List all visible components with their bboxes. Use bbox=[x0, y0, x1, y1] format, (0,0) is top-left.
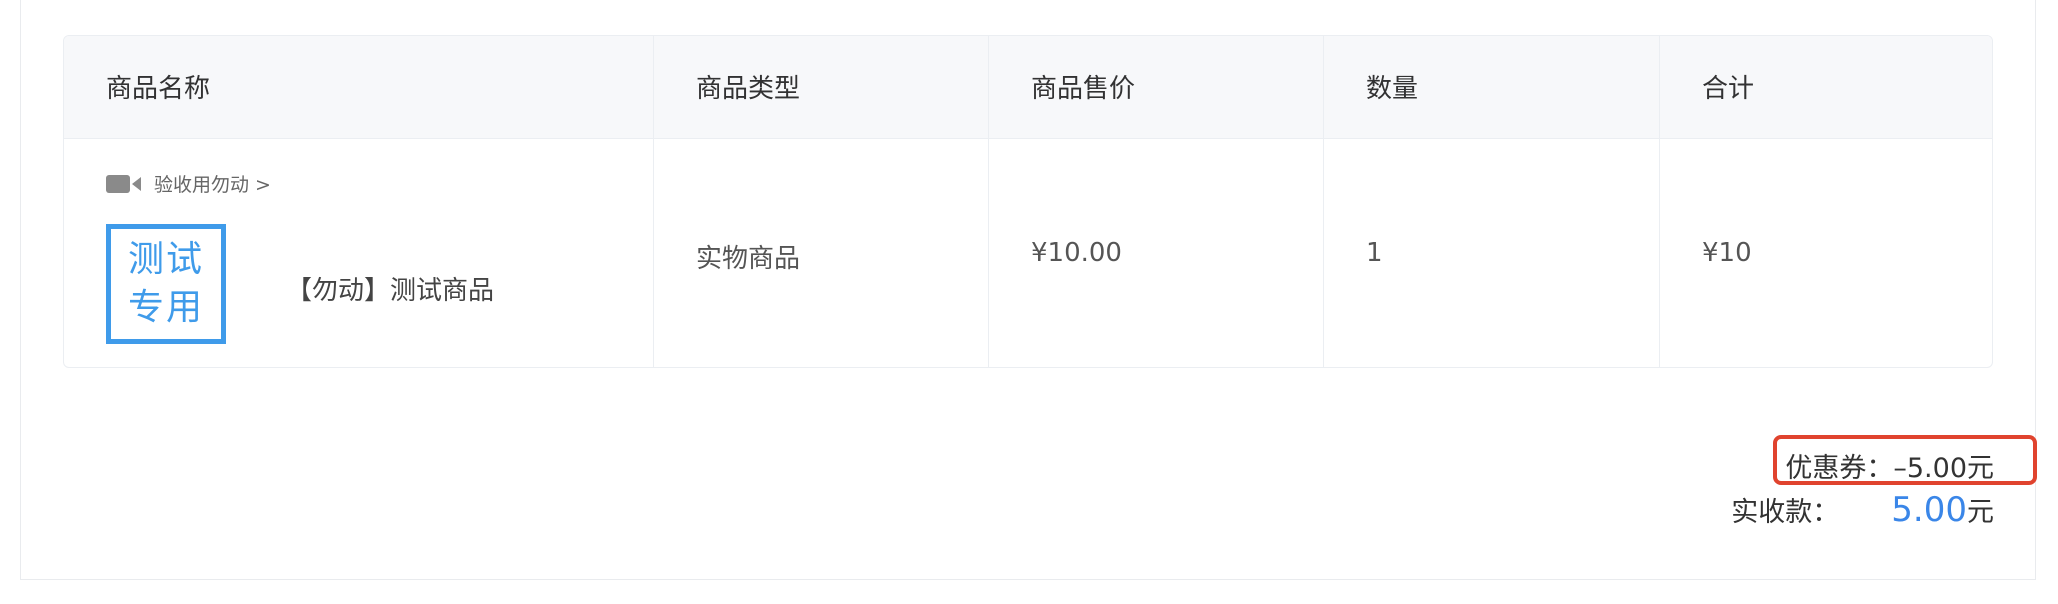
cell-subtotal: ¥10 bbox=[1660, 138, 1992, 367]
cell-quantity: 1 bbox=[1324, 138, 1660, 367]
coupon-discount: 优惠券：–5.00元 bbox=[1785, 453, 1994, 484]
product-subtotal: ¥10 bbox=[1702, 238, 1752, 268]
header-product-name: 商品名称 bbox=[106, 74, 211, 104]
received-label: 实收款： bbox=[1731, 497, 1840, 528]
thumbnail-text-line-2: 专用 bbox=[127, 287, 204, 328]
cell-price: ¥10.00 bbox=[989, 138, 1324, 367]
shop-name: 验收用勿动 > bbox=[154, 174, 271, 196]
product-type: 实物商品 bbox=[696, 244, 801, 274]
header-cell-total: 合计 bbox=[1660, 36, 1992, 138]
product-quantity: 1 bbox=[1366, 238, 1383, 268]
header-quantity: 数量 bbox=[1366, 74, 1419, 104]
order-card: 商品名称 商品类型 商品售价 数量 合计 验收用勿动 > 测试 专用 【勿动】测… bbox=[20, 0, 2037, 580]
header-cell-quantity: 数量 bbox=[1324, 36, 1660, 138]
cell-product: 验收用勿动 > 测试 专用 【勿动】测试商品 bbox=[64, 138, 654, 367]
video-camera-icon bbox=[106, 174, 141, 193]
table-row: 验收用勿动 > 测试 专用 【勿动】测试商品 实物商品 ¥10.00 1 ¥10 bbox=[64, 138, 1992, 367]
product-name[interactable]: 【勿动】测试商品 bbox=[286, 270, 494, 307]
product-price: ¥10.00 bbox=[1031, 238, 1122, 268]
cell-product-type: 实物商品 bbox=[654, 138, 989, 367]
table-header: 商品名称 商品类型 商品售价 数量 合计 bbox=[64, 36, 1992, 139]
header-total: 合计 bbox=[1702, 74, 1755, 104]
shop-link[interactable]: 验收用勿动 > bbox=[106, 170, 271, 197]
header-cell-type: 商品类型 bbox=[654, 36, 989, 138]
header-cell-price: 商品售价 bbox=[989, 36, 1324, 138]
thumbnail-text-line-1: 测试 bbox=[127, 239, 204, 280]
received-amount: 5.00 bbox=[1891, 490, 1967, 530]
product-thumbnail[interactable]: 测试 专用 bbox=[106, 224, 226, 344]
received-unit: 元 bbox=[1967, 497, 1994, 528]
header-product-type: 商品类型 bbox=[696, 74, 801, 104]
order-items-table: 商品名称 商品类型 商品售价 数量 合计 验收用勿动 > 测试 专用 【勿动】测… bbox=[63, 35, 1993, 368]
header-price: 商品售价 bbox=[1031, 74, 1136, 104]
received-amount-row: 实收款： 5.00 元 bbox=[1731, 490, 1994, 530]
header-cell-name: 商品名称 bbox=[64, 36, 654, 138]
